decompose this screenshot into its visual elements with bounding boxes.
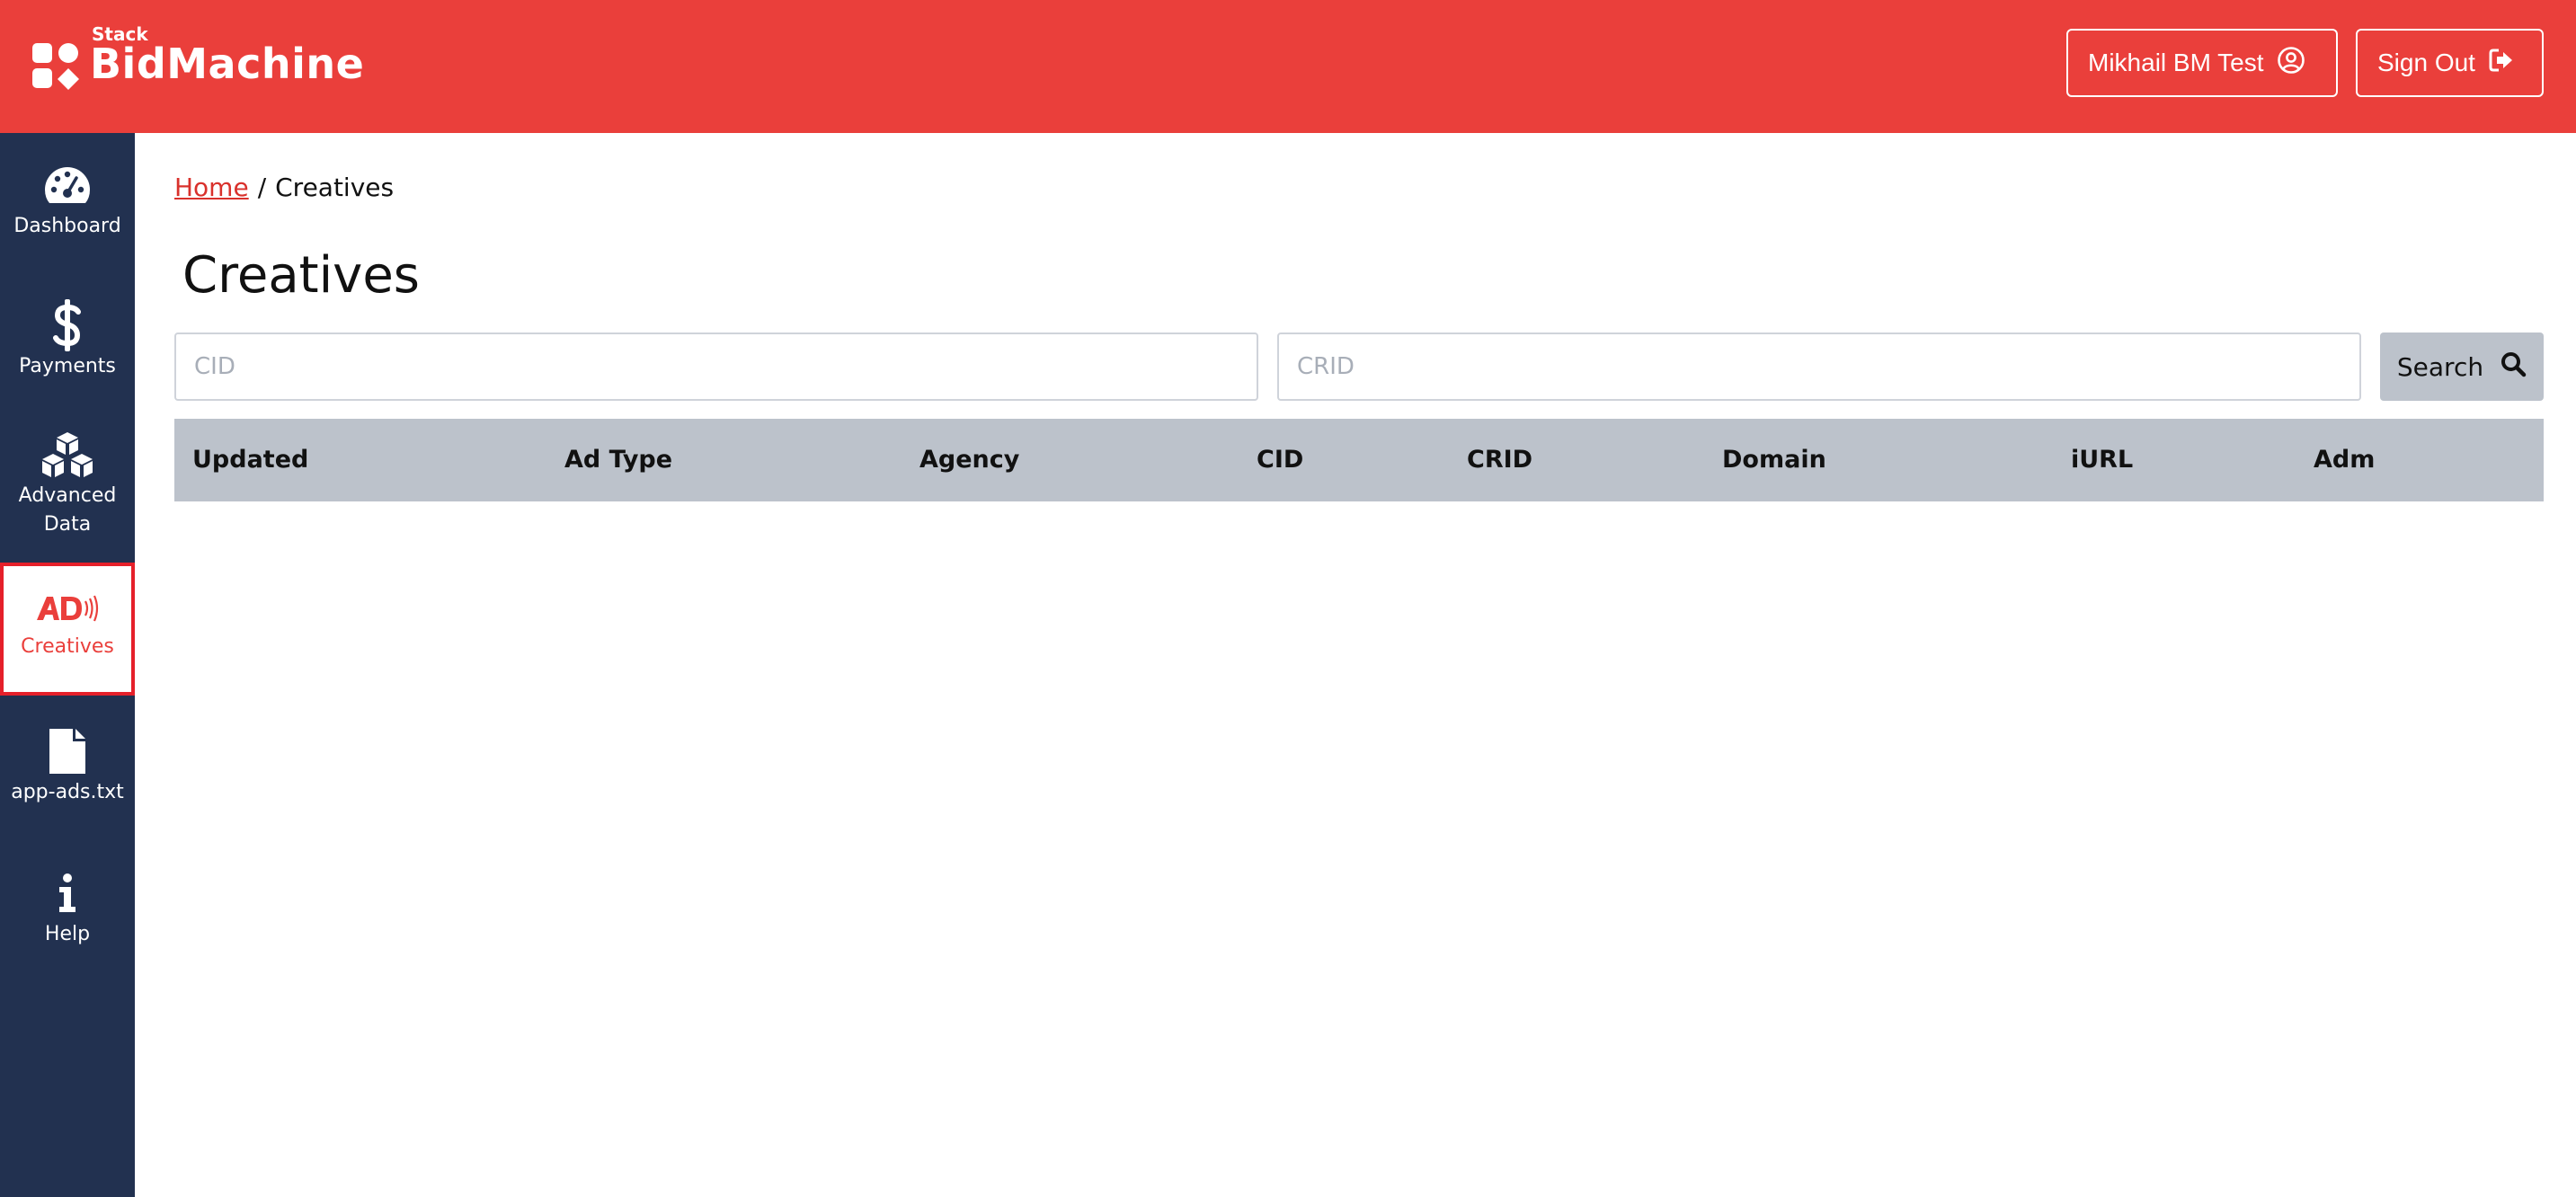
creatives-table-header: Updated Ad Type Agency CID CRID Domain i… [174,419,2544,501]
column-header-crid[interactable]: CRID [1467,419,1532,501]
search-button[interactable]: Search [2380,332,2544,401]
column-header-agency[interactable]: Agency [919,419,1019,501]
user-name-label: Mikhail BM Test [2088,49,2264,76]
sidebar-item-payments[interactable]: Payments [0,299,135,381]
sidebar-item-label: Help [44,923,91,945]
column-header-domain[interactable]: Domain [1722,419,1826,501]
user-account-button[interactable]: Mikhail BM Test [2066,29,2338,97]
info-icon [57,868,78,918]
column-header-adm[interactable]: Adm [2314,419,2375,501]
sidebar-item-label: Advanced Data [18,484,117,536]
sign-out-icon [2488,47,2515,80]
sidebar-item-help[interactable]: Help [0,868,135,949]
search-icon [2500,350,2527,384]
cubes-icon [38,430,97,480]
sidebar-item-dashboard[interactable]: Dashboard [0,160,135,241]
crid-search-input[interactable] [1277,332,2361,401]
brand-mark-icon [32,43,79,90]
column-header-ad-type[interactable]: Ad Type [564,419,672,501]
column-header-updated[interactable]: Updated [192,419,308,501]
page-title: Creatives [182,246,420,305]
brand-logo[interactable]: Stack BidMachine [32,23,364,95]
column-header-cid[interactable]: CID [1257,419,1303,501]
ad-icon [35,586,100,631]
breadcrumb-current: Creatives [275,173,395,202]
sign-out-label: Sign Out [2377,49,2475,76]
breadcrumb-home-link[interactable]: Home [174,173,249,202]
sidebar-item-label: Dashboard [13,215,121,237]
brand-name: BidMachine [90,40,365,88]
sidebar-item-app-ads-txt[interactable]: app-ads.txt [0,726,135,807]
sidebar-item-label: Creatives [21,635,114,658]
column-header-iurl[interactable]: iURL [2071,419,2133,501]
dollar-icon [52,299,83,351]
sidebar-item-creatives[interactable]: Creatives [0,563,135,696]
sidebar-item-advanced-data[interactable]: Advanced Data [0,430,135,539]
breadcrumb-separator: / [257,173,267,202]
sign-out-button[interactable]: Sign Out [2356,29,2544,97]
file-icon [47,726,88,776]
top-header: Stack BidMachine Mikhail BM Test Sign Ou… [0,0,2576,133]
main-content: Home / Creatives Creatives Search Updated … [135,133,2576,1197]
user-circle-icon [2277,46,2305,81]
search-button-label: Search [2396,351,2484,382]
dashboard-gauge-icon [43,160,92,210]
cid-search-input[interactable] [174,332,1258,401]
sidebar-item-label: Payments [19,355,116,377]
sidebar-nav: Dashboard Payments Advanced Data Creativ… [0,133,135,1197]
breadcrumb: Home / Creatives [174,173,394,202]
sidebar-item-label: app-ads.txt [11,781,124,803]
